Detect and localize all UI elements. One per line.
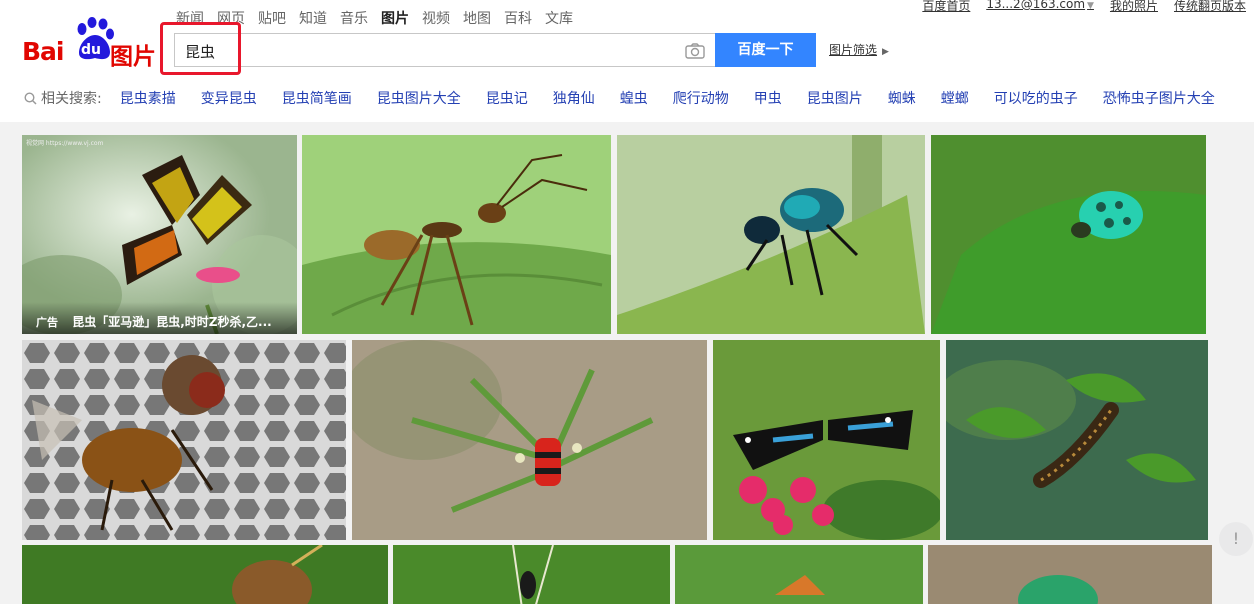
insect-image-3 <box>675 545 923 604</box>
watermark: 视觉网 https://www.vj.com <box>26 140 104 147</box>
account-name: 13...2@163.com <box>986 0 1086 11</box>
nav-item-5[interactable]: 图片 <box>381 8 409 28</box>
triangle-right-icon: ▶ <box>882 47 889 57</box>
search-icon <box>24 91 37 105</box>
related-tag[interactable]: 昆虫图片大全 <box>377 88 461 108</box>
result-image-red-beetle[interactable] <box>352 340 707 540</box>
related-tag[interactable]: 蝗虫 <box>620 88 648 108</box>
related-tag[interactable]: 甲虫 <box>754 88 782 108</box>
result-image-row3-2[interactable] <box>393 545 670 604</box>
result-image-row3-4[interactable] <box>928 545 1212 604</box>
black-butterfly-image <box>713 340 940 540</box>
insect-image-4 <box>928 545 1212 604</box>
nav-item-7[interactable]: 地图 <box>463 8 491 28</box>
nav-item-6[interactable]: 视频 <box>422 8 450 28</box>
nav-item-4[interactable]: 音乐 <box>340 8 368 28</box>
help-button[interactable]: ! <box>1219 522 1253 556</box>
nav-item-3[interactable]: 知道 <box>299 8 327 28</box>
related-tag[interactable]: 昆虫简笔画 <box>282 88 352 108</box>
result-image-ant[interactable] <box>302 135 611 334</box>
image-filter-label: 图片筛选 <box>829 43 878 57</box>
insect-image-2 <box>393 545 670 604</box>
related-tag[interactable]: 螳螂 <box>941 88 969 108</box>
top-links: 百度首页 13...2@163.com ▼ 我的照片 传统翻页版本 <box>922 0 1246 14</box>
ad-caption-text: 昆虫「亚马逊」昆虫,时时Z秒杀,乙... <box>72 315 272 329</box>
result-image-caterpillar[interactable] <box>946 340 1208 540</box>
logo-du-text: du <box>81 42 101 58</box>
related-tag[interactable]: 恐怖虫子图片大全 <box>1103 88 1215 108</box>
related-tag[interactable]: 独角仙 <box>553 88 595 108</box>
result-image-row3-3[interactable] <box>675 545 923 604</box>
baidu-images-logo[interactable]: Bai du 图片 <box>22 13 162 70</box>
image-filter-link[interactable]: 图片筛选 ▶ <box>829 41 889 58</box>
related-searches: 相关搜索: 昆虫素描 变异昆虫 昆虫简笔画 昆虫图片大全 昆虫记 独角仙 蝗虫 爬行动物 甲虫 昆… <box>24 88 1240 108</box>
camera-icon[interactable] <box>685 43 705 59</box>
search-button[interactable]: 百度一下 <box>715 33 816 67</box>
nav-item-8[interactable]: 百科 <box>504 8 532 28</box>
fly-image <box>22 340 346 540</box>
related-tag[interactable]: 可以吃的虫子 <box>994 88 1078 108</box>
baidu-home-link[interactable]: 百度首页 <box>922 0 970 14</box>
related-tag[interactable]: 昆虫图片 <box>807 88 863 108</box>
result-image-row3-1[interactable] <box>22 545 388 604</box>
my-photos-link[interactable]: 我的照片 <box>1110 0 1158 14</box>
classic-version-link[interactable]: 传统翻页版本 <box>1174 0 1246 14</box>
result-image-green-beetle[interactable] <box>931 135 1206 334</box>
related-tag[interactable]: 爬行动物 <box>673 88 729 108</box>
search-highlight-box <box>160 22 241 75</box>
result-image-blue-beetle[interactable] <box>617 135 925 334</box>
caterpillar-image <box>946 340 1208 540</box>
insect-image-1 <box>22 545 388 604</box>
nav-item-9[interactable]: 文库 <box>545 8 573 28</box>
account-link[interactable]: 13...2@163.com ▼ <box>986 0 1094 14</box>
related-tag[interactable]: 变异昆虫 <box>201 88 257 108</box>
result-image-butterfly[interactable]: 视觉网 https://www.vj.com 广告 昆虫「亚马逊」昆虫,时时Z秒… <box>22 135 297 334</box>
red-beetle-image <box>352 340 707 540</box>
green-beetle-image <box>931 135 1206 334</box>
related-tag[interactable]: 蜘蛛 <box>888 88 916 108</box>
logo-bai-text: Bai <box>22 37 64 66</box>
ad-caption: 广告 昆虫「亚马逊」昆虫,时时Z秒杀,乙... <box>22 302 297 334</box>
related-label: 相关搜索: <box>41 91 102 107</box>
ad-badge: 广告 <box>36 316 58 329</box>
ant-image <box>302 135 611 334</box>
result-image-black-butterfly[interactable] <box>713 340 940 540</box>
related-tag[interactable]: 昆虫记 <box>486 88 528 108</box>
nav-item-2[interactable]: 贴吧 <box>258 8 286 28</box>
result-image-fly[interactable] <box>22 340 346 540</box>
image-results: 视觉网 https://www.vj.com 广告 昆虫「亚马逊」昆虫,时时Z秒… <box>0 122 1254 604</box>
caret-down-icon[interactable]: ▼ <box>1087 1 1094 11</box>
search-input[interactable]: 昆虫 <box>174 33 715 67</box>
logo-tupian-text: 图片 <box>110 44 156 70</box>
blue-beetle-image <box>617 135 925 334</box>
related-tag[interactable]: 昆虫素描 <box>120 88 176 108</box>
